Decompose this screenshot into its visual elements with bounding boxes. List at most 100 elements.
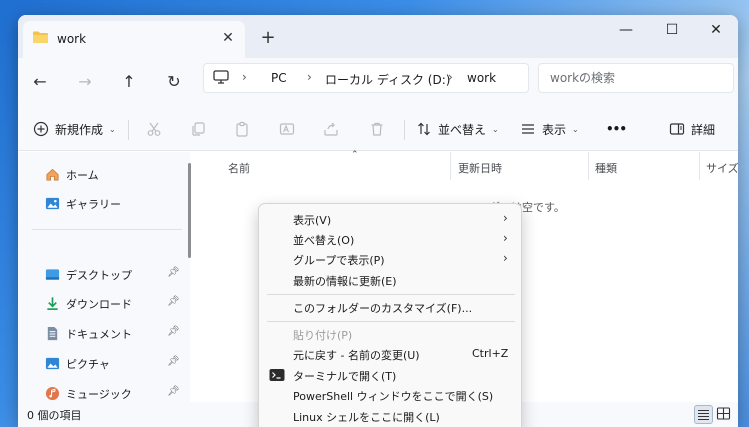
menu-item-group-by[interactable]: グループで表示(P) › [259,249,521,269]
column-divider[interactable] [588,152,589,180]
column-header-name[interactable]: 名前 [228,160,250,176]
sidebar-item-home[interactable]: ホーム [18,161,184,187]
details-view-button[interactable] [694,405,713,424]
address-bar[interactable]: › PC › ローカル ディスク (D:) › work [203,63,529,93]
menu-item-label: このフォルダーのカスタマイズ(F)... [293,302,473,315]
close-window-button[interactable]: ✕ [693,15,738,45]
sort-button[interactable]: 並べ替え ⌄ [416,115,499,143]
address-row: ← → ↑ ↻ › PC › ローカル ディスク (D:) › work [18,58,738,108]
sidebar-item-label: ミュージック [66,388,132,401]
chevron-right-icon: › [242,70,247,84]
share-button[interactable] [323,115,339,143]
sidebar-item-desktop[interactable]: デスクトップ 📌︎ [18,261,184,287]
list-view-icon [522,124,534,134]
menu-item-label: 最新の情報に更新(E) [293,275,397,288]
paste-button[interactable] [234,115,250,143]
monitor-icon [213,70,229,88]
breadcrumb-work[interactable]: work [467,71,496,85]
close-icon[interactable]: ✕ [218,28,238,48]
column-divider[interactable] [450,152,451,180]
details-pane-icon [669,123,685,135]
new-button[interactable]: 新規作成 ⌄ [33,115,116,143]
sidebar-divider [32,229,182,230]
column-header-type[interactable]: 種類 [595,160,617,176]
plus-circle-icon [33,121,49,137]
menu-item-undo-rename[interactable]: 元に戻す - 名前の変更(U) Ctrl+Z [259,344,521,364]
menu-item-label: 並べ替え(O) [293,234,355,247]
terminal-icon [269,368,285,385]
column-header-size[interactable]: サイズ [706,160,738,176]
details-view-icon [698,409,709,421]
menu-item-open-linux-shell[interactable]: Linux シェルをここに開く(L) [259,406,521,426]
chevron-right-icon: › [307,70,312,84]
gallery-icon [45,197,60,210]
sidebar-item-downloads[interactable]: ダウンロード 📌︎ [18,290,184,316]
sort-icon [418,122,430,136]
tiles-view-icon [716,407,731,420]
menu-item-label: Linux シェルをここに開く(L) [293,411,440,424]
sidebar-scrollbar[interactable] [188,163,191,258]
tab-title: work [57,32,87,46]
new-tab-button[interactable]: + [258,29,278,49]
forward-button[interactable]: → [70,67,100,97]
menu-item-customize-folder[interactable]: このフォルダーのカスタマイズ(F)... [259,297,521,317]
search-box[interactable] [538,63,734,93]
minimize-button[interactable]: — [603,15,649,45]
details-pane-button[interactable]: 詳細 [669,115,715,143]
menu-separator [267,294,515,295]
menu-item-shortcut: Ctrl+Z [472,347,509,360]
pin-icon: 📌︎ [167,296,180,307]
back-button[interactable]: ← [25,67,55,97]
cut-button[interactable] [146,115,162,143]
menu-item-refresh[interactable]: 最新の情報に更新(E) [259,270,521,290]
breadcrumb-pc[interactable]: PC [271,71,287,85]
column-header-modified[interactable]: 更新日時 [458,160,502,176]
chevron-down-icon: ⌄ [492,124,499,134]
sidebar-item-pictures[interactable]: ピクチャ 📌︎ [18,350,184,376]
chevron-down-icon: ⌄ [109,124,116,134]
up-button[interactable]: ↑ [114,67,144,97]
scissors-icon [147,122,161,136]
refresh-button[interactable]: ↻ [159,67,189,97]
menu-item-paste: 貼り付け(P) [259,324,521,344]
navigation-pane: ホーム ギャラリー デスクトップ 📌︎ ダウンロード 📌︎ ドキュメント 📌︎ … [18,152,190,402]
sidebar-item-label: デスクトップ [66,269,132,282]
breadcrumb-local-disk[interactable]: ローカル ディスク (D:) [325,71,450,88]
menu-item-view[interactable]: 表示(V) › [259,209,521,229]
maximize-button[interactable]: ☐ [649,15,695,45]
new-label: 新規作成 [55,122,104,137]
menu-item-sort[interactable]: 並べ替え(O) › [259,229,521,249]
sidebar-item-label: ギャラリー [66,198,121,211]
copy-button[interactable] [190,115,206,143]
menu-item-label: 貼り付け(P) [293,329,353,342]
delete-button[interactable] [369,115,385,143]
rename-button[interactable] [279,115,295,143]
view-button[interactable]: 表示 ⌄ [520,115,579,143]
sidebar-item-gallery[interactable]: ギャラリー [18,190,184,216]
tab-work[interactable]: work ✕ [23,21,245,58]
item-count: 0 個の項目 [27,409,82,422]
trash-icon [371,122,383,136]
pin-icon: 📌︎ [167,356,180,367]
more-options-button[interactable]: ••• [606,115,627,143]
menu-item-label: 元に戻す - 名前の変更(U) [293,349,420,362]
context-menu: 表示(V) › 並べ替え(O) › グループで表示(P) › 最新の情報に更新(… [258,203,522,427]
desktop-icon [45,269,60,280]
pin-icon: 📌︎ [167,267,180,278]
column-divider[interactable] [699,152,700,180]
menu-item-label: PowerShell ウィンドウをここで開く(S) [293,390,494,403]
menu-item-open-powershell[interactable]: PowerShell ウィンドウをここで開く(S) [259,385,521,405]
chevron-right-icon: › [448,70,453,84]
sort-ascending-icon: ⌃ [351,150,359,160]
menu-item-open-terminal[interactable]: ターミナルで開く(T) [259,365,521,385]
chevron-right-icon: › [503,231,508,245]
menu-separator [267,321,515,322]
menu-item-label: ターミナルで開く(T) [293,370,397,383]
details-label: 詳細 [691,122,716,137]
pin-icon: 📌︎ [167,386,180,397]
sidebar-item-label: ピクチャ [66,358,110,371]
command-bar: 新規作成 ⌄ 並べ替え ⌄ 表示 ⌄ ••• 詳細 [18,108,738,151]
search-input[interactable] [539,64,733,92]
sidebar-item-documents[interactable]: ドキュメント 📌︎ [18,320,184,346]
tiles-view-button[interactable] [715,405,734,424]
